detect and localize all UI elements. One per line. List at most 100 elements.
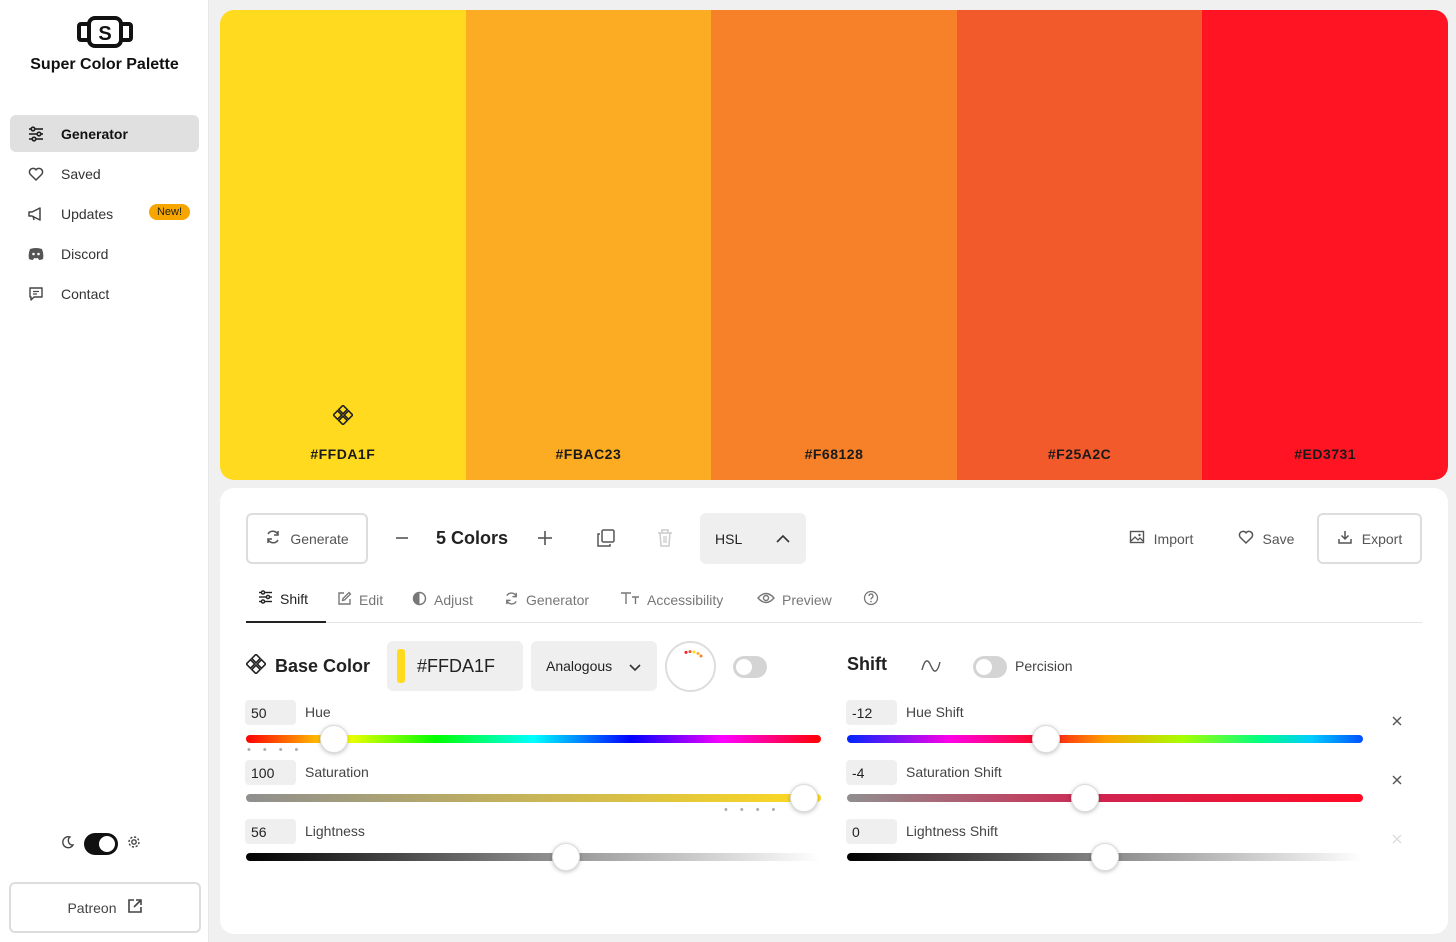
- tab-edit[interactable]: Edit: [337, 576, 383, 623]
- copy-icon[interactable]: [594, 526, 618, 550]
- swatch-5[interactable]: #ED3731: [1202, 10, 1448, 480]
- harmony-value: Analogous: [546, 658, 613, 674]
- sidebar-item-updates[interactable]: Updates New!: [10, 195, 199, 232]
- lightness-value[interactable]: 56: [245, 819, 296, 844]
- swatch-hex[interactable]: #FBAC23: [466, 446, 712, 462]
- sidebar-nav: Generator Saved Updates New! Discord Con…: [10, 115, 199, 315]
- minus-icon[interactable]: [390, 526, 414, 550]
- tab-label: Preview: [782, 591, 832, 608]
- lightness-shift-slider-thumb[interactable]: [1091, 843, 1119, 871]
- saturation-slider-thumb[interactable]: [789, 784, 818, 812]
- hue-shift-value[interactable]: -12: [846, 700, 897, 725]
- swatch-hex[interactable]: #F68128: [711, 446, 957, 462]
- saturation-label: Saturation: [305, 764, 369, 780]
- text-size-icon: [620, 591, 640, 608]
- contrast-icon: [412, 591, 427, 609]
- patreon-button[interactable]: Patreon: [9, 882, 201, 933]
- base-lock-toggle[interactable]: [733, 656, 767, 678]
- help-button[interactable]: [863, 576, 879, 623]
- heart-icon: [1238, 529, 1254, 548]
- import-button[interactable]: Import: [1116, 513, 1206, 564]
- swatch-hex[interactable]: #F25A2C: [957, 446, 1203, 462]
- reset-saturation-shift-icon[interactable]: [1387, 770, 1407, 790]
- generate-button[interactable]: Generate: [246, 513, 368, 564]
- export-button[interactable]: Export: [1317, 513, 1422, 564]
- reset-lightness-shift-icon[interactable]: [1387, 829, 1407, 849]
- lightness-slider-track[interactable]: [246, 853, 821, 861]
- tab-shift[interactable]: Shift: [246, 576, 326, 623]
- export-label: Export: [1361, 530, 1403, 547]
- chevron-up-icon: [775, 531, 791, 547]
- shift-heading: Shift: [847, 654, 887, 675]
- eye-icon: [757, 591, 775, 608]
- gear-icon[interactable]: [126, 834, 142, 855]
- color-count: 5 Colors: [436, 528, 509, 548]
- sidebar-item-label: Generator: [61, 125, 128, 142]
- lightness-slider-thumb[interactable]: [551, 843, 580, 871]
- precision-label: Percision: [1015, 658, 1073, 674]
- sidebar-item-saved[interactable]: Saved: [10, 155, 199, 192]
- hue-shift-slider-track[interactable]: [847, 735, 1363, 743]
- swatch-3[interactable]: #F68128: [711, 10, 957, 480]
- swatch-hex[interactable]: #FFDA1F: [220, 446, 466, 462]
- plus-icon[interactable]: [533, 526, 557, 550]
- save-button[interactable]: Save: [1226, 513, 1306, 564]
- sidebar-item-label: Updates: [61, 205, 114, 222]
- saturation-shift-label: Saturation Shift: [906, 764, 1002, 780]
- wave-icon[interactable]: [920, 658, 942, 679]
- base-color-chip: [397, 649, 405, 683]
- lightness-shift-value[interactable]: 0: [846, 819, 897, 844]
- lightness-shift-label: Lightness Shift: [906, 823, 998, 839]
- base-color-hex-input[interactable]: #FFDA1F: [387, 641, 523, 691]
- sidebar-item-label: Discord: [61, 245, 109, 262]
- tab-preview[interactable]: Preview: [757, 576, 832, 623]
- megaphone-icon: [26, 204, 46, 224]
- sidebar-item-contact[interactable]: Contact: [10, 275, 199, 312]
- image-icon: [1129, 529, 1145, 548]
- app-name: Super Color Palette: [30, 56, 179, 73]
- hue-shift-label: Hue Shift: [906, 704, 964, 720]
- color-wheel-icon: [684, 650, 703, 658]
- sidebar-item-discord[interactable]: Discord: [10, 235, 199, 272]
- color-mode-select[interactable]: HSL: [700, 513, 806, 564]
- sidebar-item-label: Contact: [61, 285, 110, 302]
- saturation-shift-value[interactable]: -4: [846, 760, 897, 785]
- palette: #FFDA1F #FBAC23 #F68128 #F25A2C #ED3731: [220, 10, 1448, 480]
- brand[interactable]: S Super Color Palette: [0, 14, 209, 74]
- swatch-hex[interactable]: #ED3731: [1202, 446, 1448, 462]
- refresh-icon: [265, 529, 281, 548]
- color-wheel-button[interactable]: [665, 641, 716, 692]
- harmony-select[interactable]: Analogous: [531, 641, 657, 691]
- swatch-1[interactable]: #FFDA1F: [220, 10, 466, 480]
- swatch-2[interactable]: #FBAC23: [465, 10, 712, 480]
- tab-label: Shift: [280, 590, 309, 607]
- shift-title: Shift: [847, 654, 887, 674]
- logo-icon: S: [76, 16, 133, 48]
- edit-icon: [337, 591, 352, 609]
- saturation-shift-slider-track[interactable]: [847, 794, 1363, 802]
- saturation-shift-slider-thumb[interactable]: [1071, 784, 1100, 812]
- tab-accessibility[interactable]: Accessibility: [620, 576, 723, 623]
- sidebar-item-generator[interactable]: Generator: [10, 115, 199, 152]
- tab-adjust[interactable]: Adjust: [412, 576, 473, 623]
- hue-slider-thumb[interactable]: [319, 725, 348, 753]
- tab-generator[interactable]: Generator: [504, 576, 589, 623]
- theme-toggle[interactable]: [84, 833, 118, 855]
- swatch-4[interactable]: #F25A2C: [956, 10, 1203, 480]
- reset-hue-shift-icon[interactable]: [1387, 711, 1407, 731]
- base-color-title: Base Color: [275, 656, 371, 676]
- chevron-down-icon: [628, 660, 642, 676]
- base-color-marker-icon: [331, 404, 354, 430]
- tab-label: Accessibility: [647, 591, 724, 608]
- hue-shift-slider-thumb[interactable]: [1032, 725, 1061, 753]
- hue-value[interactable]: 50: [245, 700, 296, 725]
- saturation-slider-track[interactable]: [246, 794, 821, 802]
- heart-icon: [26, 164, 46, 184]
- sidebar: S Super Color Palette Generator Saved Up…: [0, 0, 209, 942]
- hue-markers: ••••: [247, 744, 311, 756]
- precision-toggle[interactable]: [973, 656, 1007, 678]
- lightness-label: Lightness: [305, 823, 365, 839]
- trash-icon[interactable]: [653, 526, 677, 550]
- tab-label: Generator: [526, 591, 590, 608]
- saturation-value[interactable]: 100: [245, 760, 296, 785]
